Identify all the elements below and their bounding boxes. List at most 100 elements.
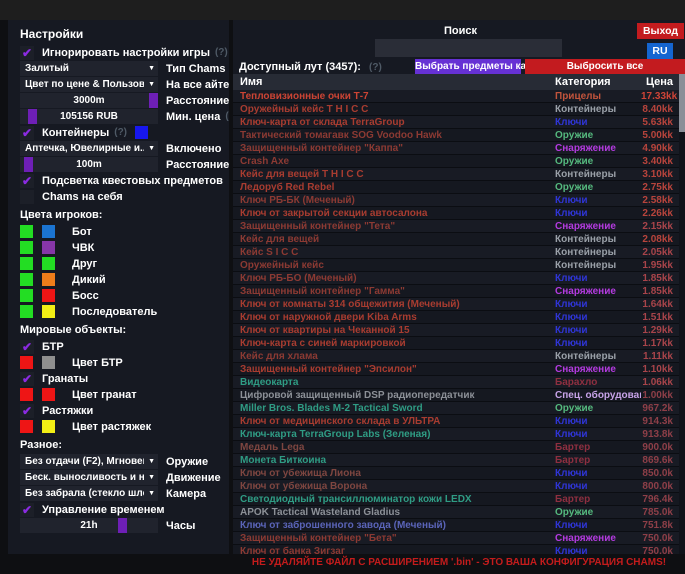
color-swatch-primary[interactable] <box>20 257 33 270</box>
color-swatch-secondary[interactable] <box>42 273 55 286</box>
table-row[interactable]: ВидеокартаБарахло1.06kk <box>233 376 679 389</box>
table-row[interactable]: Ключ-карта с синей маркировкойКлючи1.17k… <box>233 337 679 350</box>
color-mode-dropdown[interactable]: Цвет по цене & Пользователь ▼ <box>20 77 158 92</box>
color-swatch-secondary[interactable] <box>42 305 55 318</box>
hours-slider[interactable]: 21h <box>20 518 158 533</box>
min-price-slider[interactable]: 105156 RUB <box>20 109 158 124</box>
color-swatch-primary[interactable] <box>20 356 33 369</box>
table-row[interactable]: Ключ от убежища ВоронаКлючи800.0k <box>233 480 679 493</box>
table-row[interactable]: Оружейный кейс T H I C CКонтейнеры8.40kk <box>233 103 679 116</box>
slider-handle[interactable] <box>24 157 33 172</box>
color-swatch-secondary[interactable] <box>42 356 55 369</box>
grenades-checkbox[interactable] <box>20 372 34 386</box>
chevron-down-icon: ▼ <box>148 65 155 72</box>
search-input[interactable] <box>375 39 562 57</box>
quest-highlight-checkbox[interactable] <box>20 174 34 188</box>
table-row[interactable]: Оружейный кейсКонтейнеры1.95kk <box>233 259 679 272</box>
slider-handle[interactable] <box>118 518 127 533</box>
movement-dropdown[interactable]: Беск. выносливость и нет уста ▼ <box>20 470 158 485</box>
item-name: APOK Tactical Wasteland Gladius <box>233 507 555 518</box>
color-swatch-secondary[interactable] <box>42 257 55 270</box>
color-swatch-primary[interactable] <box>20 289 33 302</box>
drop-all-button[interactable]: Выбросить все <box>525 59 685 74</box>
table-row[interactable]: Монета БиткоинаБартер869.6k <box>233 454 679 467</box>
table-row[interactable]: Защищенный контейнер "Бета"Снаряжение750… <box>233 532 679 545</box>
item-price: 17.33kk <box>641 91 683 102</box>
color-swatch-secondary[interactable] <box>42 289 55 302</box>
table-row[interactable]: Кейс S I C CКонтейнеры2.05kk <box>233 246 679 259</box>
color-swatch-secondary[interactable] <box>42 420 55 433</box>
tripwires-checkbox[interactable] <box>20 404 34 418</box>
color-swatch-primary[interactable] <box>20 225 33 238</box>
table-row[interactable]: Ключ от медицинского склада в УЛЬТРАКлюч… <box>233 415 679 428</box>
table-row[interactable]: Защищенный контейнер "Эпсилон"Снаряжение… <box>233 363 679 376</box>
table-row[interactable]: Ключ от закрытой секции автосалонаКлючи2… <box>233 207 679 220</box>
table-row[interactable]: Ключ от наружной двери Kiba ArmsКлючи1.5… <box>233 311 679 324</box>
camera-dropdown[interactable]: Без забрала (стекло шлема) ▼ <box>20 486 158 501</box>
player-type-label: Босс <box>72 290 99 302</box>
item-category: Снаряжение <box>555 286 641 297</box>
table-row[interactable]: Тепловизионные очки Т-7Прицелы17.33kk <box>233 90 679 103</box>
color-swatch-secondary[interactable] <box>42 388 55 401</box>
table-row[interactable]: Crash AxeОружие3.40kk <box>233 155 679 168</box>
table-row[interactable]: Защищенный контейнер "Гамма"Снаряжение1.… <box>233 285 679 298</box>
color-swatch-secondary[interactable] <box>42 225 55 238</box>
table-row[interactable]: Кейс для хламаКонтейнеры1.11kk <box>233 350 679 363</box>
table-row[interactable]: Медаль LegaБартер900.0k <box>233 441 679 454</box>
table-row[interactable]: Ключ-карта от склада TerraGroupКлючи5.63… <box>233 116 679 129</box>
chams-self-checkbox[interactable] <box>20 190 34 204</box>
time-control-checkbox[interactable] <box>20 503 34 517</box>
item-category: Ключи <box>555 312 641 323</box>
camera-row: Без забрала (стекло шлема) ▼ Камера <box>20 486 229 501</box>
exit-button[interactable]: Выход <box>637 23 684 39</box>
slider-handle[interactable] <box>28 109 37 124</box>
color-swatch-primary[interactable] <box>20 241 33 254</box>
table-row[interactable]: Ключ-карта TerraGroup Labs (Зеленая)Ключ… <box>233 428 679 441</box>
table-row[interactable]: Ключ от заброшенного завода (Меченый)Клю… <box>233 519 679 532</box>
column-header-price[interactable]: Цена <box>641 76 679 88</box>
ignore-game-settings-checkbox[interactable] <box>20 46 34 60</box>
chams-type-dropdown[interactable]: Залитый ▼ <box>20 61 158 76</box>
container-types-dropdown[interactable]: Аптечка, Ювелирные и... ▼ <box>20 141 158 156</box>
table-row[interactable]: APOK Tactical Wasteland GladiusОружие785… <box>233 506 679 519</box>
table-row[interactable]: Цифровой защищенный DSP радиопередатчикС… <box>233 389 679 402</box>
table-row[interactable]: Ледоруб Red RebelОружие2.75kk <box>233 181 679 194</box>
table-row[interactable]: Кейс для вещейКонтейнеры2.08kk <box>233 233 679 246</box>
hours-row: 21h Часы <box>20 518 229 533</box>
table-row[interactable]: Ключ РБ-БК (Меченый)Ключи2.58kk <box>233 194 679 207</box>
column-header-category[interactable]: Категория <box>555 76 641 88</box>
btr-checkbox[interactable] <box>20 340 34 354</box>
slider-handle[interactable] <box>149 93 158 108</box>
select-kappa-items-button[interactable]: Выбрать предметы каппа <box>415 59 521 74</box>
color-swatch-primary[interactable] <box>20 420 33 433</box>
language-button[interactable]: RU <box>647 43 673 59</box>
time-control-row: Управление временем <box>20 502 229 517</box>
color-swatch-primary[interactable] <box>20 273 33 286</box>
color-swatch-primary[interactable] <box>20 388 33 401</box>
weapon-value: Без отдачи (F2), Мгновенное п <box>25 456 144 467</box>
color-swatch-secondary[interactable] <box>42 241 55 254</box>
table-row[interactable]: Ключ от квартиры на Чеканной 15Ключи1.29… <box>233 324 679 337</box>
table-row[interactable]: Светодиодный трансиллюминатор кожи LEDXБ… <box>233 493 679 506</box>
containers-color-swatch[interactable] <box>135 126 148 139</box>
table-scrollbar[interactable] <box>679 74 685 554</box>
table-row[interactable]: Кейс для вещей T H I C CКонтейнеры3.10kk <box>233 168 679 181</box>
table-row[interactable]: Miller Bros. Blades M-2 Tactical SwordОр… <box>233 402 679 415</box>
distance-slider[interactable]: 3000m <box>20 93 158 108</box>
movement-label: Движение <box>166 472 221 484</box>
table-row[interactable]: Ключ от убежища ЛионаКлючи850.0k <box>233 467 679 480</box>
min-price-value: 105156 RUB <box>60 111 118 122</box>
item-name: Защищенный контейнер "Каппа" <box>233 143 555 154</box>
color-swatch-primary[interactable] <box>20 305 33 318</box>
table-row[interactable]: Защищенный контейнер "Каппа"Снаряжение4.… <box>233 142 679 155</box>
table-row[interactable]: Ключ РБ-БО (Меченый)Ключи1.85kk <box>233 272 679 285</box>
table-row[interactable]: Тактический томагавк SOG Voodoo HawkОруж… <box>233 129 679 142</box>
column-header-name[interactable]: Имя <box>233 76 555 88</box>
table-row[interactable]: Ключ от банка ЗигзагКлючи750.0k <box>233 545 679 554</box>
containers-checkbox[interactable] <box>20 126 34 140</box>
table-row[interactable]: Ключ от комнаты 314 общежития (Меченый)К… <box>233 298 679 311</box>
container-distance-slider[interactable]: 100m <box>20 157 158 172</box>
weapon-dropdown[interactable]: Без отдачи (F2), Мгновенное п ▼ <box>20 454 158 469</box>
table-row[interactable]: Защищенный контейнер "Тета"Снаряжение2.1… <box>233 220 679 233</box>
scrollbar-thumb[interactable] <box>679 74 685 132</box>
